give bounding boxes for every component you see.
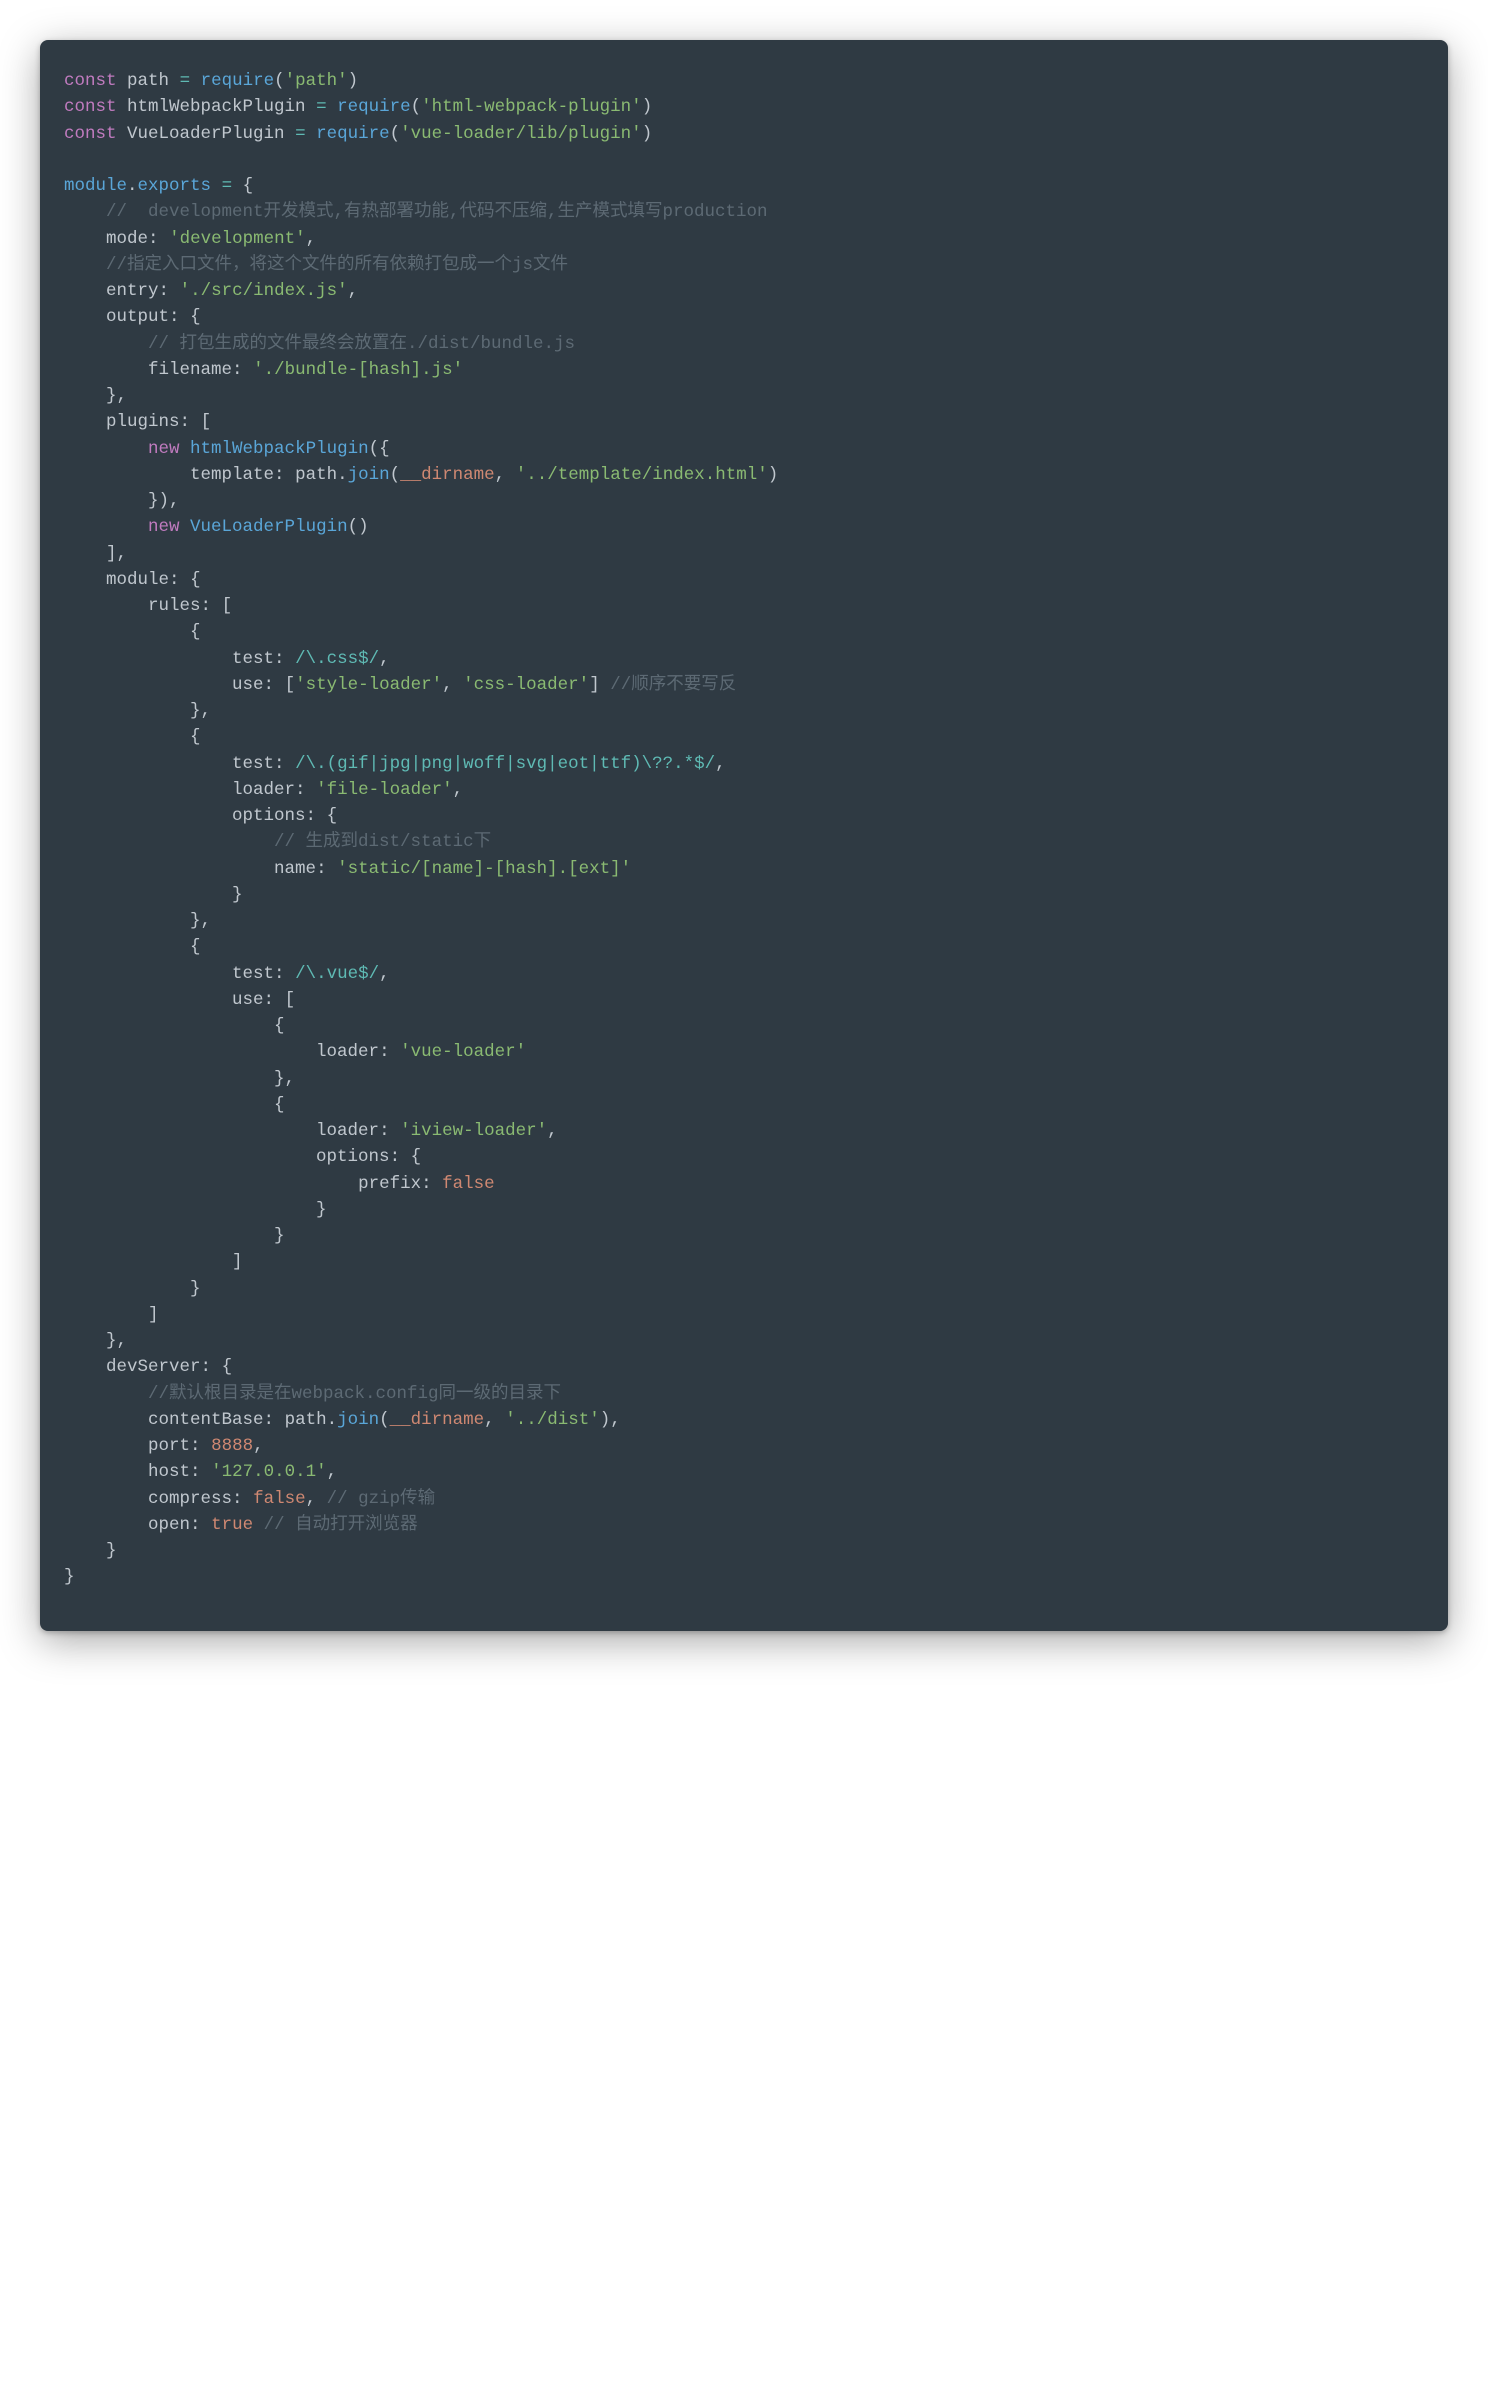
fn-join: join — [337, 1410, 379, 1430]
exports-ident: exports — [138, 176, 212, 196]
key-use: use — [232, 675, 264, 695]
key-test: test — [232, 649, 274, 669]
key-host: host — [148, 1462, 190, 1482]
keyword-new: new — [148, 439, 180, 459]
bool-false: false — [442, 1174, 495, 1194]
regex-vue: /\.vue$/ — [295, 964, 379, 984]
key-devserver: devServer — [106, 1357, 201, 1377]
str-host: '127.0.0.1' — [211, 1462, 327, 1482]
fn-require: require — [201, 71, 275, 91]
str-htmlplugin: 'html-webpack-plugin' — [421, 97, 642, 117]
key-use: use — [232, 990, 264, 1010]
str-static: 'static/[name]-[hash].[ext]' — [337, 859, 631, 879]
str-vueloader: 'vue-loader' — [400, 1042, 526, 1062]
var-dirname: __dirname — [390, 1410, 485, 1430]
key-module: module — [106, 570, 169, 590]
key-rules: rules — [148, 596, 201, 616]
keyword-const: const — [64, 71, 117, 91]
code-block: const path = require('path') const htmlW… — [40, 40, 1448, 1631]
val-entry: './src/index.js' — [180, 281, 348, 301]
comment-open: // 自动打开浏览器 — [264, 1515, 418, 1535]
key-plugins: plugins — [106, 412, 180, 432]
fn-require: require — [337, 97, 411, 117]
key-options: options — [232, 806, 306, 826]
comment-css: //顺序不要写反 — [610, 675, 736, 695]
key-entry: entry — [106, 281, 159, 301]
regex-file: /\.(gif|jpg|png|woff|svg|eot|ttf)\??.*$/ — [295, 754, 715, 774]
key-mode: mode — [106, 229, 148, 249]
key-prefix: prefix — [358, 1174, 421, 1194]
fn-htmlplugin: htmlWebpackPlugin — [190, 439, 369, 459]
key-open: open — [148, 1515, 190, 1535]
str-dist: '../dist' — [505, 1410, 600, 1430]
str-iviewloader: 'iview-loader' — [400, 1121, 547, 1141]
bool-true: true — [211, 1515, 253, 1535]
var-vueloader: VueLoaderPlugin — [127, 124, 285, 144]
key-output: output — [106, 307, 169, 327]
key-contentbase: contentBase — [148, 1410, 264, 1430]
module-ident: module — [64, 176, 127, 196]
val-filename: './bundle-[hash].js' — [253, 360, 463, 380]
fn-join: join — [348, 465, 390, 485]
key-test: test — [232, 754, 274, 774]
str-fileloader: 'file-loader' — [316, 780, 453, 800]
var-htmlplugin: htmlWebpackPlugin — [127, 97, 306, 117]
keyword-new: new — [148, 517, 180, 537]
var-path: path — [127, 71, 169, 91]
comment-mode: // development开发模式,有热部署功能,代码不压缩,生产模式填写pr… — [106, 202, 768, 222]
str-template: '../template/index.html' — [516, 465, 768, 485]
key-template: template — [190, 465, 274, 485]
comment-static: // 生成到dist/static下 — [274, 832, 491, 852]
code-content: const path = require('path') const htmlW… — [64, 68, 1424, 1591]
bool-false: false — [253, 1489, 306, 1509]
key-loader: loader — [316, 1042, 379, 1062]
str-vueloader: 'vue-loader/lib/plugin' — [400, 124, 642, 144]
fn-vueloader: VueLoaderPlugin — [190, 517, 348, 537]
key-options: options — [316, 1147, 390, 1167]
str-styleloader: 'style-loader' — [295, 675, 442, 695]
keyword-const: const — [64, 97, 117, 117]
regex-css: /\.css$/ — [295, 649, 379, 669]
var-dirname: __dirname — [400, 465, 495, 485]
key-loader: loader — [316, 1121, 379, 1141]
key-filename: filename — [148, 360, 232, 380]
key-loader: loader — [232, 780, 295, 800]
str-cssloader: 'css-loader' — [463, 675, 589, 695]
str-path: 'path' — [285, 71, 348, 91]
keyword-const: const — [64, 124, 117, 144]
key-port: port — [148, 1436, 190, 1456]
num-port: 8888 — [211, 1436, 253, 1456]
comment-output: // 打包生成的文件最终会放置在./dist/bundle.js — [148, 334, 575, 354]
key-name: name — [274, 859, 316, 879]
key-test: test — [232, 964, 274, 984]
comment-contentbase: //默认根目录是在webpack.config同一级的目录下 — [148, 1384, 561, 1404]
comment-entry: //指定入口文件，将这个文件的所有依赖打包成一个js文件 — [106, 255, 568, 275]
fn-require: require — [316, 124, 390, 144]
comment-gzip: // gzip传输 — [327, 1489, 436, 1509]
key-compress: compress — [148, 1489, 232, 1509]
val-mode: 'development' — [169, 229, 306, 249]
